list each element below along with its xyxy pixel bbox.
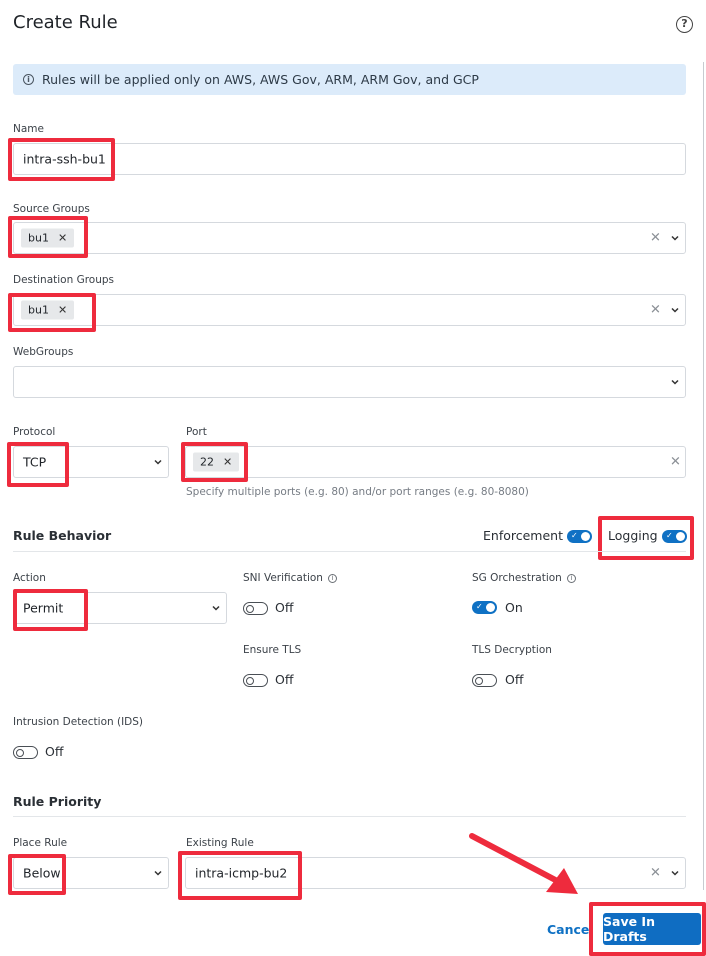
ids-toggle[interactable]: [13, 746, 38, 759]
divider: [13, 551, 686, 552]
rule-behavior-title: Rule Behavior: [13, 528, 112, 543]
chevron-down-icon[interactable]: [670, 868, 680, 878]
clear-icon[interactable]: ✕: [650, 231, 661, 246]
ids-label: Intrusion Detection (IDS): [13, 716, 144, 728]
info-icon: i: [327, 573, 337, 583]
source-groups-select[interactable]: bu1 ✕ ✕: [13, 222, 686, 254]
banner-text: Rules will be applied only on AWS, AWS G…: [42, 72, 479, 87]
sni-verification-label: SNI Verification i: [243, 572, 337, 584]
highlight-box: [8, 216, 88, 258]
highlight-box: [13, 589, 88, 631]
highlight-box: [7, 442, 69, 487]
port-hint: Specify multiple ports (e.g. 80) and/or …: [186, 486, 529, 498]
action-label: Action: [13, 572, 46, 584]
arrow-annotation: [469, 833, 578, 894]
chevron-down-icon[interactable]: [670, 233, 680, 243]
webgroups-select[interactable]: [13, 366, 686, 398]
chevron-down-icon[interactable]: [670, 305, 680, 315]
destination-groups-label: Destination Groups: [13, 274, 115, 286]
cancel-button[interactable]: Cancel: [547, 922, 594, 937]
chevron-down-icon[interactable]: [670, 377, 680, 387]
tls-decryption-label: TLS Decryption: [472, 644, 552, 656]
clear-icon[interactable]: ✕: [650, 866, 661, 881]
source-groups-label: Source Groups: [13, 203, 90, 215]
enforcement-label: Enforcement: [483, 528, 563, 543]
sni-verification-toggle[interactable]: [243, 602, 268, 615]
tls-decryption-state: Off: [505, 672, 524, 687]
chevron-down-icon[interactable]: [153, 868, 163, 878]
port-input[interactable]: 22 ✕ ✕: [185, 446, 686, 478]
tls-decryption-toggle[interactable]: [472, 674, 497, 687]
scrollbar-track[interactable]: [703, 62, 704, 890]
highlight-box: [178, 851, 302, 900]
webgroups-label: WebGroups: [13, 346, 74, 358]
name-label: Name: [13, 123, 44, 135]
ensure-tls-label: Ensure TLS: [243, 644, 302, 656]
highlight-box: [598, 516, 694, 560]
protocol-label: Protocol: [13, 426, 56, 438]
rule-priority-title: Rule Priority: [13, 794, 102, 809]
highlight-box: [8, 293, 96, 332]
divider: [13, 816, 686, 817]
highlight-box: [589, 902, 706, 956]
sg-orchestration-label: SG Orchestration i: [472, 572, 576, 584]
info-icon: i: [23, 74, 34, 85]
ids-state: Off: [45, 744, 64, 759]
highlight-box: [8, 138, 115, 181]
existing-rule-label: Existing Rule: [186, 837, 254, 849]
enforcement-toggle[interactable]: ✓: [567, 530, 592, 543]
sg-orchestration-toggle[interactable]: ✓: [472, 601, 497, 614]
destination-groups-select[interactable]: bu1 ✕ ✕: [13, 294, 686, 326]
place-rule-label: Place Rule: [13, 837, 68, 849]
chevron-down-icon[interactable]: [153, 457, 163, 467]
page-title: Create Rule: [13, 12, 118, 33]
chevron-down-icon[interactable]: [211, 603, 221, 613]
info-banner: i Rules will be applied only on AWS, AWS…: [13, 64, 686, 95]
sni-verification-state: Off: [275, 600, 294, 615]
info-icon: i: [566, 573, 576, 583]
clear-icon[interactable]: ✕: [670, 455, 681, 470]
highlight-box: [181, 442, 248, 482]
clear-icon[interactable]: ✕: [650, 303, 661, 318]
help-icon[interactable]: ?: [676, 16, 693, 33]
port-label: Port: [186, 426, 207, 438]
sg-orchestration-state: On: [505, 600, 523, 615]
ensure-tls-toggle[interactable]: [243, 674, 268, 687]
ensure-tls-state: Off: [275, 672, 294, 687]
highlight-box: [8, 854, 66, 895]
